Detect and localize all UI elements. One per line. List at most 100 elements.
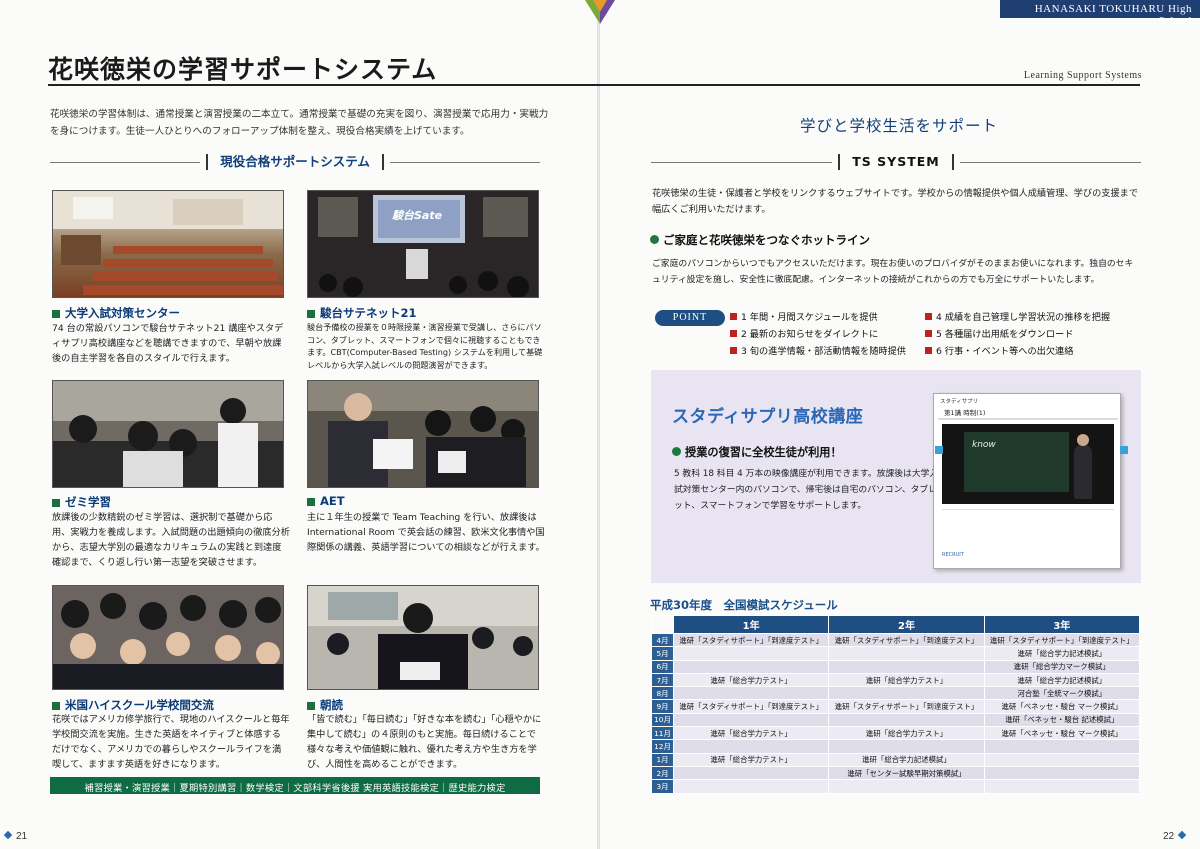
table-row: 4月 進研「スタディサポート」「到達度テスト」 進研「スタディサポート」「到達度テス… xyxy=(651,632,1141,648)
bullet-square-icon xyxy=(307,497,315,506)
spine xyxy=(597,0,600,849)
ts-intro: 花咲徳栄の生徒・保護者と学校をリンクするウェブサイトです。学校からの情報提供や個… xyxy=(652,188,1139,215)
schedule-table: 1年 2年 3年 4月 進研「スタディサポート」「到達度テスト」 進研「スタディサポ… xyxy=(651,615,1141,794)
photo-morning-reading xyxy=(307,585,539,690)
diamond-icon xyxy=(3,830,13,840)
brand-bar: HANASAKI TOKUHARU High School xyxy=(1000,0,1200,27)
item-text-exchange: 花咲ではアメリカ修学旅行で、現地のハイスクールと毎年学校間交流を実施。生きた英語… xyxy=(52,714,290,770)
right-subtitle: 学びと学校生活をサポート xyxy=(800,117,999,135)
table-row: 7月 進研「総合学力テスト」 進研「総合学力テスト」 進研「総合学力記述模試」 xyxy=(651,672,1141,688)
subtitle-en: Learning Support Systems xyxy=(1023,70,1142,81)
section-title: 現役合格サポートシステム xyxy=(206,154,384,170)
bullet-dot-icon xyxy=(672,447,681,456)
schedule-month-cell: 11月 xyxy=(651,726,674,741)
nav-right-icon xyxy=(1120,446,1128,454)
photo-seminar xyxy=(52,380,284,488)
chalk-writing: know xyxy=(972,440,996,450)
nav-left-icon xyxy=(935,446,943,454)
table-row: 11月 進研「総合学力テスト」 進研「総合学力テスト」 進研「ベネッセ・駿台 マーク模… xyxy=(651,726,1141,741)
teacher-head xyxy=(1077,434,1089,446)
table-row: 5月 進研「総合学力記述模試」 xyxy=(651,646,1141,661)
point-5: 5 各種届け出用紙をダウンロード xyxy=(925,326,1073,340)
studysapuri-title: スタディサプリ高校講座 xyxy=(672,407,864,427)
schedule-cell-year1: 進研「スタディサポート」「到達度テスト」 xyxy=(672,699,830,714)
schedule-month-cell: 4月 xyxy=(651,632,674,648)
item-title-center: 大学入試対策センター xyxy=(52,305,180,321)
screen-lesson: 第1講 時制(1) xyxy=(944,409,986,417)
schedule-cell-year1 xyxy=(672,686,830,701)
video-frame: know xyxy=(942,424,1114,504)
schedule-header-row: 1年 2年 3年 xyxy=(651,615,1141,634)
seminar-illustration xyxy=(53,381,283,487)
table-row: 10月 進研「ベネッセ・駿台 記述模試」 xyxy=(651,712,1141,728)
schedule-col-year2: 2年 xyxy=(828,615,985,634)
table-row: 9月 進研「スタディサポート」「到達度テスト」 進研「スタディサポート」「到達度テス… xyxy=(651,699,1141,714)
schedule-month-cell: 9月 xyxy=(651,699,674,714)
item-title-exchange: 米国ハイスクール学校間交流 xyxy=(52,697,214,713)
schedule-cell-year2 xyxy=(828,739,985,754)
red-square-icon xyxy=(925,347,932,354)
exchange-illustration xyxy=(53,586,283,689)
schedule-cell-year3 xyxy=(983,765,1141,781)
schedule-cell-year3: 進研「ベネッセ・駿台 マーク模試」 xyxy=(983,699,1141,714)
point-1: 1 年間・月間スケジュールを提供 xyxy=(730,309,878,323)
screen-app-name: スタディサプリ xyxy=(940,399,979,405)
schedule-col-year3: 3年 xyxy=(983,615,1141,634)
schedule-cell-year1: 進研「スタディサポート」「到達度テスト」 xyxy=(672,632,830,648)
lecture-hall-illustration xyxy=(53,191,283,295)
item-text-aet: 主に１年生の授業で Team Teaching を行い、放課後は Interna… xyxy=(307,512,545,553)
schedule-cell-year2: 進研「スタディサポート」「到達度テスト」 xyxy=(828,632,985,648)
section-header-right: TS SYSTEM xyxy=(651,154,1142,170)
schedule-cell-year2 xyxy=(828,686,985,701)
bullet-square-icon xyxy=(52,701,60,710)
schedule-cell-year3: 河合塾「全統マーク模試」 xyxy=(983,686,1141,701)
point-6: 6 行事・イベント等への出欠連絡 xyxy=(925,343,1073,357)
schedule-month-cell: 10月 xyxy=(651,712,674,728)
schedule-cell-year2 xyxy=(828,712,985,728)
point-3: 3 旬の進学情報・部活動情報を随時提供 xyxy=(730,343,906,357)
red-square-icon xyxy=(730,330,737,337)
table-row: 12月 xyxy=(651,739,1141,754)
schedule-month-cell: 6月 xyxy=(651,659,674,674)
bullet-square-icon xyxy=(52,498,60,507)
schedule-cell-year1 xyxy=(672,779,830,794)
schedule-month-cell: 8月 xyxy=(651,686,674,701)
red-square-icon xyxy=(925,330,932,337)
page-number-left: 21 xyxy=(0,830,27,842)
schedule-cell-year2: 進研「センター試験早期対策模試」 xyxy=(828,765,985,781)
schedule-cell-year2 xyxy=(828,646,985,661)
schedule-month-cell: 12月 xyxy=(651,739,674,754)
schedule-cell-year1 xyxy=(672,765,830,781)
aet-illustration xyxy=(308,381,538,487)
item-text-center: 74 台の常設パソコンで駿台サテネット21 講座やスタディサプリ高校講座などを聴… xyxy=(52,323,284,364)
schedule-cell-year3: 進研「スタディサポート」「到達度テスト」 xyxy=(983,632,1141,648)
red-square-icon xyxy=(730,347,737,354)
photo-sundai-classroom: 駿台Sate xyxy=(307,190,539,298)
schedule-cell-year3: 進研「総合学力記述模試」 xyxy=(983,646,1141,661)
table-row: 3月 xyxy=(651,779,1141,794)
table-row: 6月 進研「総合学力マーク模試」 xyxy=(651,659,1141,674)
red-square-icon xyxy=(925,313,932,320)
point-2: 2 最新のお知らせをダイレクトに xyxy=(730,326,878,340)
schedule-cell-year2: 進研「総合学力テスト」 xyxy=(828,672,985,688)
bullet-dot-icon xyxy=(650,235,659,244)
bullet-square-icon xyxy=(307,701,315,710)
section-header-left: 現役合格サポートシステム xyxy=(50,154,541,170)
screen-logo: 駿台Sate xyxy=(392,209,443,222)
schedule-cell-year1 xyxy=(672,739,830,754)
schedule-cell-year2 xyxy=(828,659,985,674)
page-number-right: 22 xyxy=(1163,830,1190,842)
schedule-cell-year3: 進研「ベネッセ・駿台 マーク模試」 xyxy=(983,726,1141,741)
page-title: 花咲徳栄の学習サポートシステム xyxy=(48,55,438,84)
table-row: 2月 進研「センター試験早期対策模試」 xyxy=(651,765,1141,781)
hotline-text: ご家庭のパソコンからいつでもアクセスいただけます。現在お使いのプロバイダがそのま… xyxy=(652,259,1134,285)
activities-bar: 補習授業・演習授業｜夏期特別講習｜数学検定｜文部科学省後援 実用英語技能検定｜歴… xyxy=(50,777,540,794)
studysapuri-text: 5 教科 18 科目 4 万本の映像講座が利用できます。放課後は大学入試対策セン… xyxy=(674,469,939,511)
schedule-month-cell: 2月 xyxy=(651,765,674,781)
schedule-month-cell: 3月 xyxy=(651,779,674,794)
schedule-body: 4月 進研「スタディサポート」「到達度テスト」 進研「スタディサポート」「到達度テス… xyxy=(651,632,1141,794)
photo-lecture-hall xyxy=(52,190,284,298)
schedule-cell-year1 xyxy=(672,712,830,728)
teacher-figure xyxy=(1074,444,1092,499)
schedule-cell-year2 xyxy=(828,779,985,794)
